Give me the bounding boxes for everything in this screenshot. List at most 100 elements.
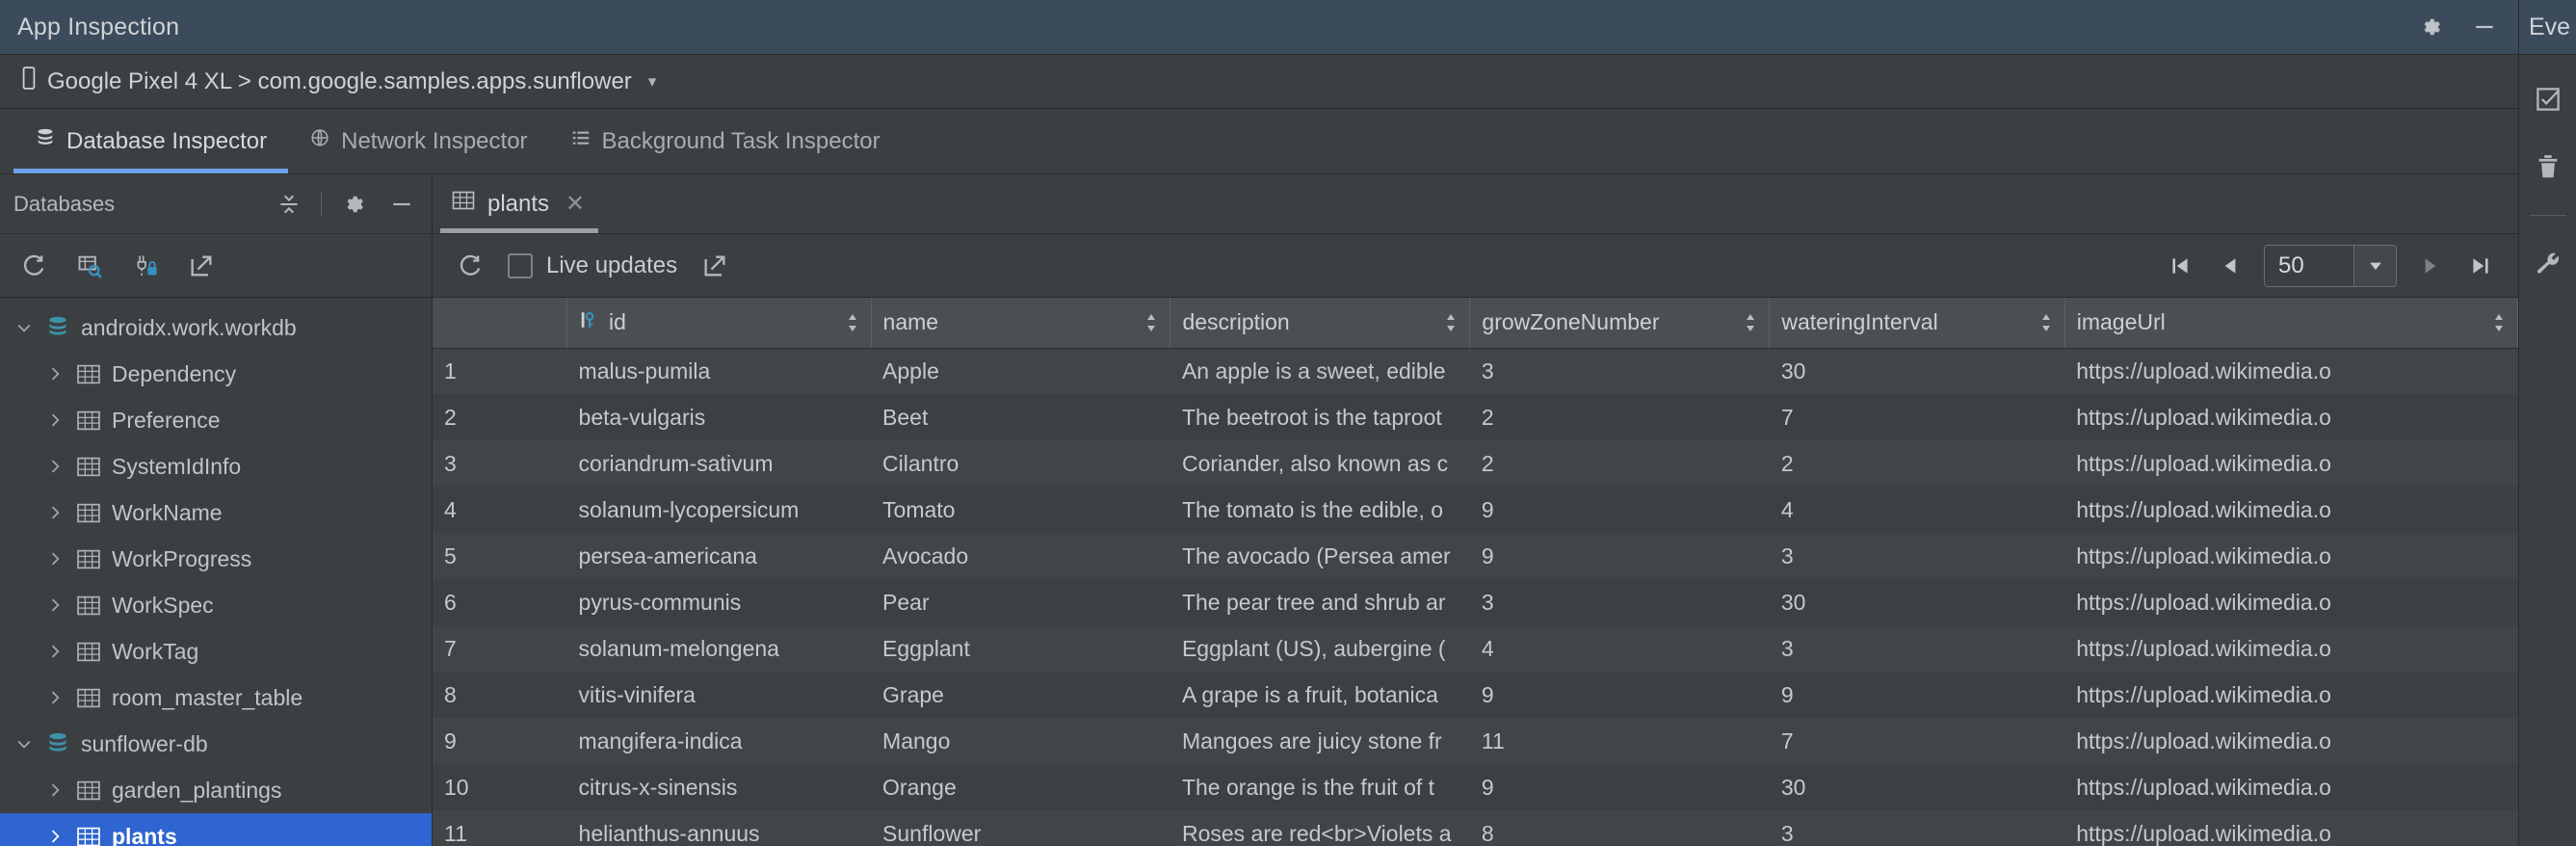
cell-imageUrl[interactable]: https://upload.wikimedia.o — [2064, 487, 2517, 533]
cell-description[interactable]: An apple is a sweet, edible — [1170, 348, 1470, 394]
collapse-all-icon[interactable] — [273, 188, 305, 221]
sort-arrows-icon[interactable] — [1744, 312, 1757, 333]
tree-item-garden-plantings[interactable]: garden_plantings — [0, 767, 432, 813]
chevron-right-icon[interactable] — [39, 503, 71, 522]
column-header-id[interactable]: id — [567, 298, 871, 348]
tree-item-workspec[interactable]: WorkSpec — [0, 582, 432, 628]
sort-arrows-icon[interactable] — [846, 312, 859, 333]
cell-id[interactable]: helianthus-annuus — [567, 810, 871, 846]
cell-description[interactable]: The orange is the fruit of t — [1170, 764, 1470, 810]
chevron-down-icon[interactable] — [8, 734, 40, 753]
cell-name[interactable]: Eggplant — [871, 625, 1170, 672]
column-header-growZoneNumber[interactable]: growZoneNumber — [1470, 298, 1770, 348]
first-page-icon[interactable] — [2164, 250, 2196, 282]
device-selector[interactable]: Google Pixel 4 XL > com.google.samples.a… — [19, 66, 656, 97]
tree-item-workprogress[interactable]: WorkProgress — [0, 536, 432, 582]
table-row[interactable]: 4solanum-lycopersicumTomatoThe tomato is… — [433, 487, 2518, 533]
tree-item-dependency[interactable]: Dependency — [0, 351, 432, 397]
gear-icon[interactable] — [2416, 13, 2445, 41]
open-in-new-window-icon[interactable] — [185, 250, 218, 282]
cell-description[interactable]: The avocado (Persea amer — [1170, 533, 1470, 579]
cell-growZoneNumber[interactable]: 9 — [1470, 672, 1770, 718]
table-row[interactable]: 3coriandrum-sativumCilantroCoriander, al… — [433, 440, 2518, 487]
cell-description[interactable]: Coriander, also known as c — [1170, 440, 1470, 487]
cell-wateringInterval[interactable]: 30 — [1770, 348, 2064, 394]
minimize-icon[interactable] — [385, 188, 418, 221]
cell-name[interactable]: Avocado — [871, 533, 1170, 579]
cell-id[interactable]: pyrus-communis — [567, 579, 871, 625]
cell-imageUrl[interactable]: https://upload.wikimedia.o — [2064, 672, 2517, 718]
cell-imageUrl[interactable]: https://upload.wikimedia.o — [2064, 764, 2517, 810]
sort-arrows-icon[interactable] — [1444, 312, 1458, 333]
table-row[interactable]: 8vitis-viniferaGrapeA grape is a fruit, … — [433, 672, 2518, 718]
chevron-right-icon[interactable] — [39, 642, 71, 661]
minimize-icon[interactable] — [2470, 13, 2499, 41]
keep-connection-open-icon[interactable] — [129, 250, 162, 282]
cell-id[interactable]: persea-americana — [567, 533, 871, 579]
checkbox-checked-icon[interactable] — [2529, 80, 2567, 119]
chevron-right-icon[interactable] — [39, 595, 71, 615]
tree-item-sunflower-db[interactable]: sunflower-db — [0, 721, 432, 767]
tab-plants[interactable]: plants ✕ — [433, 174, 606, 233]
table-row[interactable]: 1malus-pumilaAppleAn apple is a sweet, e… — [433, 348, 2518, 394]
tree-item-room-master-table[interactable]: room_master_table — [0, 674, 432, 721]
cell-growZoneNumber[interactable]: 9 — [1470, 487, 1770, 533]
cell-description[interactable]: Roses are red<br>Violets a — [1170, 810, 1470, 846]
cell-name[interactable]: Pear — [871, 579, 1170, 625]
run-query-icon[interactable] — [73, 250, 106, 282]
cell-wateringInterval[interactable]: 3 — [1770, 810, 2064, 846]
sort-arrows-icon[interactable] — [2492, 312, 2506, 333]
tree-item-systemidinfo[interactable]: SystemIdInfo — [0, 443, 432, 489]
last-page-icon[interactable] — [2464, 250, 2497, 282]
cell-growZoneNumber[interactable]: 2 — [1470, 394, 1770, 440]
cell-name[interactable]: Beet — [871, 394, 1170, 440]
chevron-down-icon[interactable] — [2353, 246, 2396, 286]
cell-description[interactable]: Mangoes are juicy stone fr — [1170, 718, 1470, 764]
prev-page-icon[interactable] — [2214, 250, 2247, 282]
cell-growZoneNumber[interactable]: 9 — [1470, 533, 1770, 579]
tab-network-inspector[interactable]: Network Inspector — [288, 109, 548, 173]
cell-id[interactable]: coriandrum-sativum — [567, 440, 871, 487]
chevron-right-icon[interactable] — [39, 364, 71, 383]
open-in-new-window-icon[interactable] — [698, 250, 731, 282]
tree-item-plants[interactable]: plants — [0, 813, 432, 846]
table-row[interactable]: 5persea-americanaAvocadoThe avocado (Per… — [433, 533, 2518, 579]
table-row[interactable]: 10citrus-x-sinensisOrangeThe orange is t… — [433, 764, 2518, 810]
cell-wateringInterval[interactable]: 9 — [1770, 672, 2064, 718]
cell-id[interactable]: solanum-lycopersicum — [567, 487, 871, 533]
cell-name[interactable]: Orange — [871, 764, 1170, 810]
table-row[interactable]: 7solanum-melongenaEggplantEggplant (US),… — [433, 625, 2518, 672]
page-size-combobox[interactable]: 50 — [2264, 245, 2397, 287]
table-row[interactable]: 6pyrus-communisPearThe pear tree and shr… — [433, 579, 2518, 625]
chevron-down-icon[interactable] — [8, 318, 40, 337]
cell-id[interactable]: vitis-vinifera — [567, 672, 871, 718]
cell-name[interactable]: Mango — [871, 718, 1170, 764]
live-updates-checkbox[interactable] — [508, 253, 533, 278]
cell-description[interactable]: The pear tree and shrub ar — [1170, 579, 1470, 625]
table-row[interactable]: 2beta-vulgarisBeetThe beetroot is the ta… — [433, 394, 2518, 440]
table-row[interactable]: 11helianthus-annuusSunflowerRoses are re… — [433, 810, 2518, 846]
cell-id[interactable]: citrus-x-sinensis — [567, 764, 871, 810]
live-updates-toggle[interactable]: Live updates — [508, 252, 677, 279]
cell-wateringInterval[interactable]: 7 — [1770, 718, 2064, 764]
cell-name[interactable]: Sunflower — [871, 810, 1170, 846]
table-row[interactable]: 9mangifera-indicaMangoMangoes are juicy … — [433, 718, 2518, 764]
cell-description[interactable]: A grape is a fruit, botanica — [1170, 672, 1470, 718]
chevron-right-icon[interactable] — [39, 410, 71, 430]
column-header-name[interactable]: name — [871, 298, 1170, 348]
tree-item-worktag[interactable]: WorkTag — [0, 628, 432, 674]
cell-growZoneNumber[interactable]: 3 — [1470, 348, 1770, 394]
cell-description[interactable]: The beetroot is the taproot — [1170, 394, 1470, 440]
chevron-right-icon[interactable] — [39, 827, 71, 846]
cell-imageUrl[interactable]: https://upload.wikimedia.o — [2064, 625, 2517, 672]
cell-imageUrl[interactable]: https://upload.wikimedia.o — [2064, 394, 2517, 440]
column-header-description[interactable]: description — [1170, 298, 1470, 348]
cell-imageUrl[interactable]: https://upload.wikimedia.o — [2064, 718, 2517, 764]
chevron-right-icon[interactable] — [39, 457, 71, 476]
next-page-icon[interactable] — [2414, 250, 2447, 282]
cell-id[interactable]: mangifera-indica — [567, 718, 871, 764]
cell-wateringInterval[interactable]: 3 — [1770, 533, 2064, 579]
cell-imageUrl[interactable]: https://upload.wikimedia.o — [2064, 810, 2517, 846]
table-grid-container[interactable]: idnamedescriptiongrowZoneNumberwateringI… — [433, 298, 2518, 846]
device-selector-bar[interactable]: Google Pixel 4 XL > com.google.samples.a… — [0, 55, 2518, 109]
